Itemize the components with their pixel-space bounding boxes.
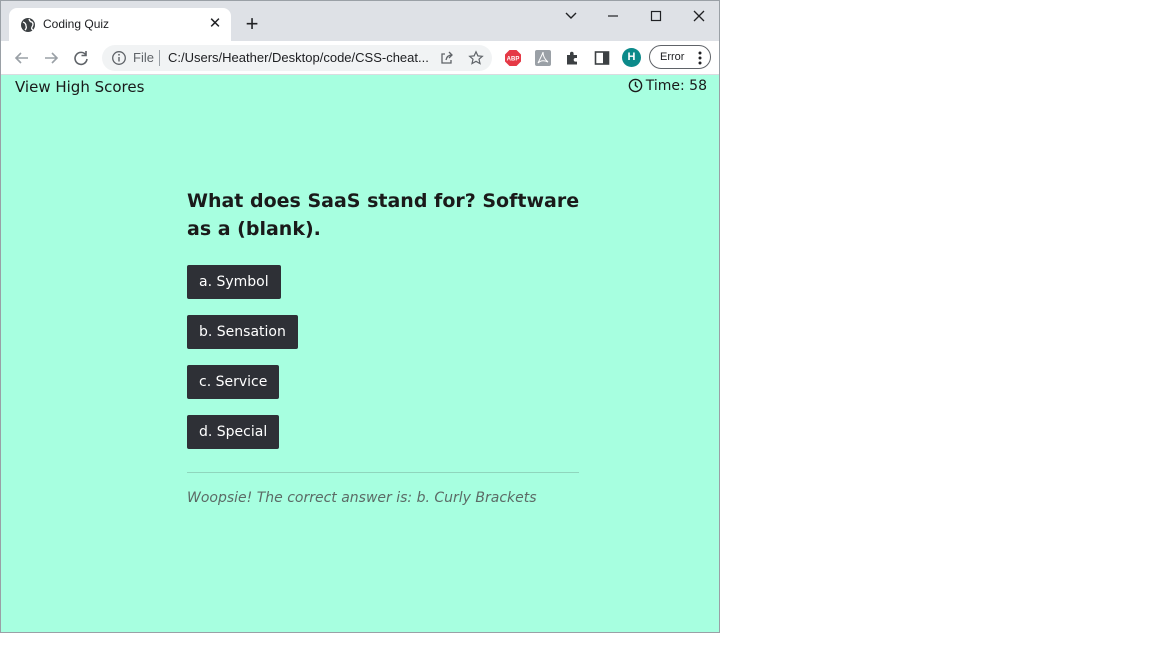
quiz-page: View High Scores Time: 58 What does SaaS… <box>1 75 719 632</box>
feedback-message: Woopsie! The correct answer is: b. Curly… <box>187 490 537 506</box>
address-bar[interactable]: File C:/Users/Heather/Desktop/code/CSS-c… <box>102 45 492 71</box>
url-scheme-label: File <box>133 50 154 65</box>
svg-text:ABP: ABP <box>507 57 520 63</box>
url-text[interactable]: C:/Users/Heather/Desktop/code/CSS-cheat.… <box>168 50 429 65</box>
profile-avatar[interactable]: H <box>622 48 641 67</box>
pdf-extension-icon[interactable] <box>534 49 552 67</box>
maximize-icon[interactable] <box>636 3 676 31</box>
timer-label: Time: 58 <box>645 78 707 94</box>
url-separator <box>159 50 160 66</box>
browser-toolbar: File C:/Users/Heather/Desktop/code/CSS-c… <box>1 41 719 75</box>
back-arrow-icon[interactable] <box>11 47 33 69</box>
reload-icon[interactable] <box>70 47 92 69</box>
timer: Time: 58 <box>628 78 707 94</box>
info-icon[interactable] <box>111 50 127 66</box>
question-text: What does SaaS stand for? Software as a … <box>187 190 580 240</box>
side-panel-icon[interactable] <box>593 49 611 67</box>
tab-close-icon[interactable]: ✕ <box>205 14 225 34</box>
share-icon[interactable] <box>439 50 455 66</box>
tab-search-icon[interactable] <box>551 3 591 31</box>
clock-icon <box>628 78 643 93</box>
tab-title: Coding Quiz <box>43 17 110 31</box>
answer-button-c[interactable]: c. Service <box>187 365 280 399</box>
divider <box>187 472 579 473</box>
tab-coding-quiz[interactable]: Coding Quiz ✕ <box>9 8 231 41</box>
forward-arrow-icon[interactable] <box>40 47 62 69</box>
tab-strip: Coding Quiz ✕ + <box>1 1 719 41</box>
more-menu-icon[interactable] <box>698 51 702 65</box>
answer-button-a[interactable]: a. Symbol <box>187 265 281 299</box>
new-tab-button[interactable]: + <box>241 13 263 35</box>
close-window-icon[interactable] <box>679 3 719 31</box>
adblock-icon[interactable]: ABP <box>504 49 522 67</box>
globe-icon <box>21 18 35 32</box>
answer-button-d[interactable]: d. Special <box>187 415 280 449</box>
error-button[interactable]: Error <box>649 45 711 69</box>
answer-button-b[interactable]: b. Sensation <box>187 315 298 349</box>
minimize-icon[interactable] <box>593 3 633 31</box>
bookmark-star-icon[interactable] <box>468 50 484 66</box>
extensions-puzzle-icon[interactable] <box>564 49 582 67</box>
error-label: Error <box>660 51 685 63</box>
view-high-scores-link[interactable]: View High Scores <box>15 78 144 96</box>
browser-window: Coding Quiz ✕ + File C:/Users/Heather/De… <box>0 0 720 633</box>
